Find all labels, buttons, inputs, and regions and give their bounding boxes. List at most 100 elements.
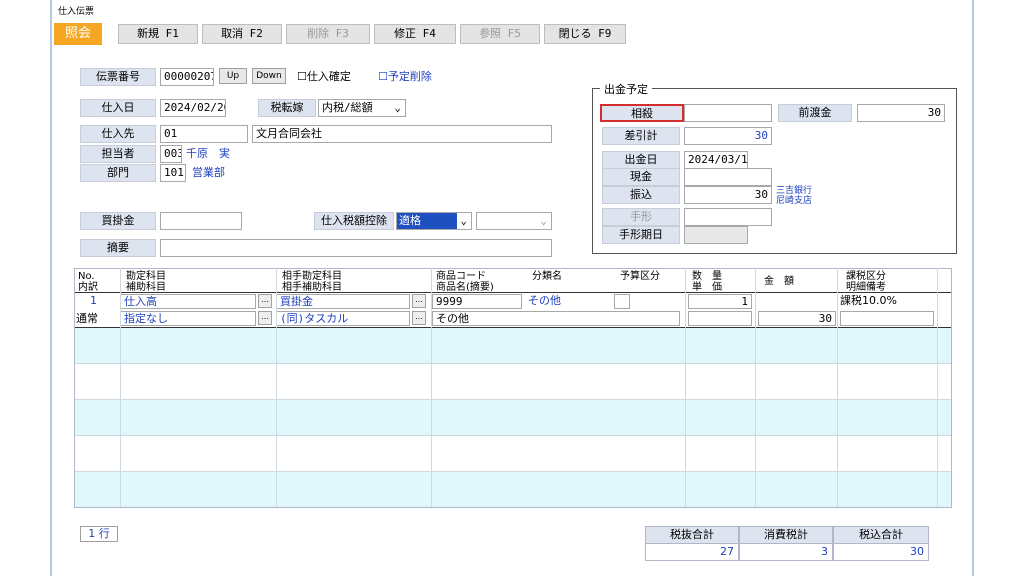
window-title: 仕入伝票	[58, 7, 95, 17]
item-code-field[interactable]: 9999	[432, 294, 522, 309]
balance-field: 30	[684, 127, 772, 145]
detail-note-field[interactable]	[840, 311, 934, 326]
empty-row[interactable]	[74, 328, 952, 364]
bank-info: 三吉銀行 尼崎支店	[776, 186, 812, 206]
tax-deduction-select[interactable]: 適格 ⌄	[396, 212, 472, 230]
subtotal-label: 税抜合計	[645, 526, 739, 544]
edit-button[interactable]: 修正 F4	[374, 24, 456, 44]
grid-header-qty: 数 量単 価	[692, 271, 722, 293]
header-counter-account: 相手勘定科目	[282, 271, 342, 282]
bill-label: 手形	[602, 208, 680, 226]
cancel-button[interactable]: 取消 F2	[202, 24, 282, 44]
empty-row[interactable]	[74, 436, 952, 472]
checkbox-icon: ☐	[297, 70, 307, 83]
header-amount: 金 額	[764, 276, 794, 287]
up-button[interactable]: Up	[219, 68, 247, 84]
close-button[interactable]: 閉じる F9	[544, 24, 626, 44]
advance-field[interactable]: 30	[857, 104, 945, 122]
checkbox-icon: ☐	[378, 70, 388, 83]
counter-account-field[interactable]: 買掛金	[276, 294, 410, 309]
header-category: 分類名	[532, 271, 562, 282]
transfer-label: 振込	[602, 186, 680, 204]
tax-shift-value: 内税/総額	[322, 101, 373, 114]
planned-delete-checkbox[interactable]: ☐予定削除	[378, 68, 432, 86]
unit-price-field[interactable]	[688, 311, 752, 326]
supplier-label: 仕入先	[80, 125, 156, 143]
empty-row[interactable]	[74, 472, 952, 508]
header-qty: 数 量	[692, 271, 722, 282]
dept-name: 営業部	[192, 166, 225, 179]
budget-checkbox[interactable]	[614, 294, 630, 309]
delete-button[interactable]: 削除 F3	[286, 24, 370, 44]
tax-deduction-sub-select[interactable]: ⌄	[476, 212, 552, 230]
sub-account-lookup-button[interactable]: …	[258, 311, 272, 325]
new-button[interactable]: 新規 F1	[118, 24, 198, 44]
summary-label: 摘要	[80, 239, 156, 257]
row-no: 1	[90, 294, 97, 307]
chevron-down-icon: ⌄	[540, 214, 547, 227]
account-lookup-button[interactable]: …	[258, 294, 272, 308]
item-name-field[interactable]: その他	[432, 311, 680, 326]
counter-account-lookup-button[interactable]: …	[412, 294, 426, 308]
purchase-confirm-checkbox[interactable]: ☐仕入確定	[297, 68, 351, 86]
planned-delete-label: 予定削除	[387, 70, 432, 83]
bank-name: 三吉銀行	[776, 186, 813, 196]
balance-label: 差引計	[602, 127, 680, 145]
category-value: その他	[528, 294, 561, 307]
supplier-name-field[interactable]: 文月合同会社	[252, 125, 552, 143]
down-button[interactable]: Down	[252, 68, 286, 84]
tax-total-value: 3	[739, 543, 833, 561]
payment-group-title: 出金予定	[600, 81, 652, 97]
counter-sub-lookup-button[interactable]: …	[412, 311, 426, 325]
row-count: 1 行	[80, 526, 118, 542]
branch-name: 尼崎支店	[776, 196, 813, 206]
purchase-date-label: 仕入日	[80, 99, 156, 117]
pay-date-field[interactable]: 2024/03/15	[684, 151, 748, 169]
offset-field[interactable]	[684, 104, 772, 122]
empty-row[interactable]	[74, 400, 952, 436]
grid-header-account: 勘定科目 補助科目	[126, 271, 166, 293]
supplier-code-field[interactable]: 01	[160, 125, 248, 143]
pay-date-label: 出金日	[602, 151, 680, 169]
purchase-date-field[interactable]: 2024/02/20	[160, 99, 226, 117]
tax-shift-select[interactable]: 内税/総額 ⌄	[318, 99, 406, 117]
account-field[interactable]: 仕入高	[120, 294, 256, 309]
header-item-code: 商品コード	[436, 271, 486, 282]
grid-header-tax: 課税区分 明細備考	[846, 271, 886, 293]
slip-no-label: 伝票番号	[80, 68, 156, 86]
header-account: 勘定科目	[126, 271, 166, 282]
counter-sub-field[interactable]: (同)タスカル	[276, 311, 410, 326]
grid-header-counter: 相手勘定科目 相手補助科目	[282, 271, 342, 293]
header-no: No.	[78, 271, 95, 282]
header-budget: 予算区分	[620, 271, 660, 282]
grid-header-item: 商品コード 商品名(摘要)	[436, 271, 494, 293]
dept-code-field[interactable]: 101	[160, 164, 186, 182]
offset-label: 相殺	[600, 104, 684, 122]
cash-field[interactable]	[684, 168, 772, 186]
bill-due-field	[684, 226, 748, 244]
bill-field[interactable]	[684, 208, 772, 226]
tax-deduction-label: 仕入税額控除	[314, 212, 394, 230]
purchase-confirm-label: 仕入確定	[306, 70, 351, 83]
subtotal-value: 27	[645, 543, 739, 561]
advance-label: 前渡金	[778, 104, 852, 122]
ap-field[interactable]	[160, 212, 242, 230]
chevron-down-icon: ⌄	[394, 101, 401, 114]
tax-total-label: 消費税計	[739, 526, 833, 544]
qty-field[interactable]: 1	[688, 294, 752, 309]
tax-shift-label: 税転嫁	[258, 99, 316, 117]
amount-field[interactable]: 30	[758, 311, 836, 326]
slip-no-field[interactable]: 00000207	[160, 68, 214, 86]
reference-button[interactable]: 参照 F5	[460, 24, 540, 44]
staff-code-field[interactable]: 003	[160, 145, 182, 163]
empty-row[interactable]	[74, 364, 952, 400]
tax-class-value: 課税10.0%	[840, 294, 897, 307]
grand-total-label: 税込合計	[833, 526, 929, 544]
mode-badge: 照会	[54, 23, 102, 45]
sub-account-field[interactable]: 指定なし	[120, 311, 256, 326]
header-tax-class: 課税区分	[846, 271, 886, 282]
summary-field[interactable]	[160, 239, 552, 257]
bill-due-label: 手形期日	[602, 226, 680, 244]
transfer-field[interactable]: 30	[684, 186, 772, 204]
cash-label: 現金	[602, 168, 680, 186]
